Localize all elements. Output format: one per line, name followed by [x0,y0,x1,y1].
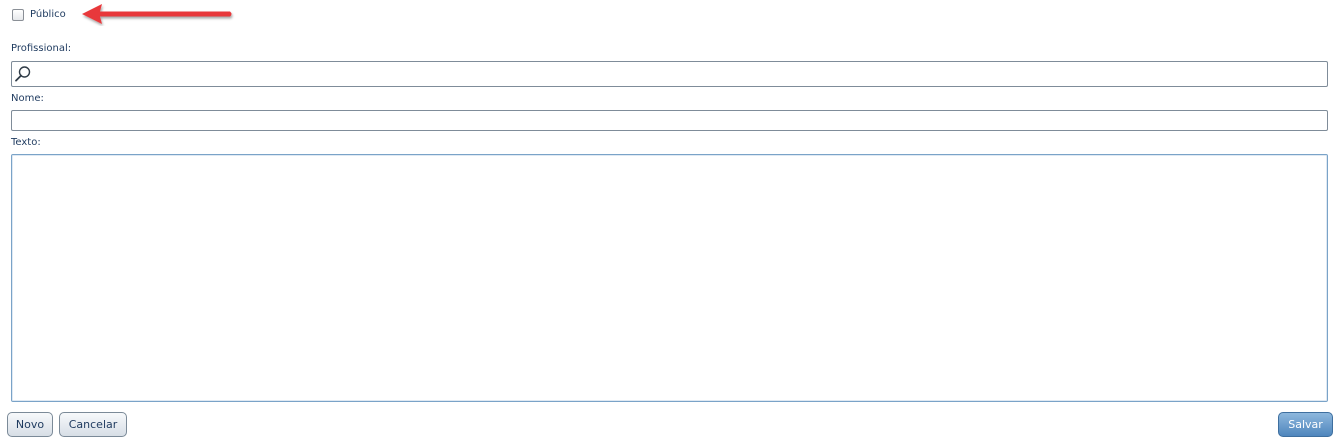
public-checkbox[interactable] [12,9,24,21]
text-textarea[interactable] [11,154,1328,402]
search-icon[interactable] [14,65,32,83]
professional-label: Profissional: [11,43,72,54]
note-form: Público Profissional: Nome: Texto: Novo … [0,0,1341,440]
save-button[interactable]: Salvar [1278,412,1333,437]
name-label: Nome: [11,93,44,104]
text-label: Texto: [11,137,41,148]
professional-search-input[interactable] [11,61,1328,87]
name-input[interactable] [11,110,1328,131]
cancel-button[interactable]: Cancelar [59,412,127,437]
public-checkbox-row: Público [12,8,66,22]
public-checkbox-label[interactable]: Público [30,8,66,22]
new-button[interactable]: Novo [7,412,53,437]
annotation-arrow-icon [82,4,232,24]
